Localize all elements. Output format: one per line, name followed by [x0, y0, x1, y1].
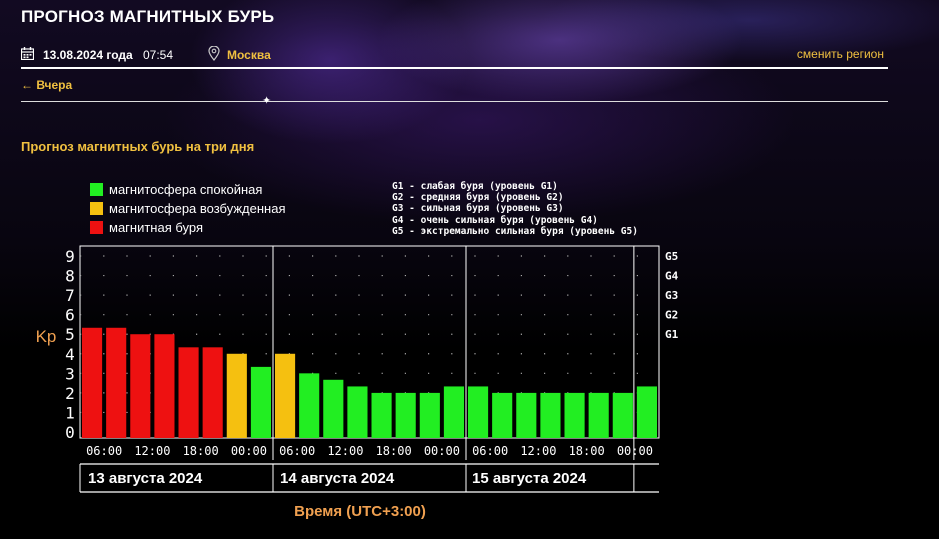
kp-bar	[154, 334, 175, 438]
time-tick-label: 18:00	[376, 444, 412, 458]
day-label: 14 августа 2024	[280, 470, 395, 487]
time-tick-label: 12:00	[327, 444, 363, 458]
kp-bar	[106, 327, 127, 438]
g-level-label: G3	[665, 289, 678, 302]
kp-bar	[636, 386, 657, 438]
y-tick-label: 1	[65, 403, 75, 422]
kp-bar	[540, 392, 561, 438]
x-axis-label: Время (UTC+3:00)	[294, 503, 426, 520]
g-level-label: G2	[665, 309, 678, 322]
kp-bar	[226, 353, 247, 438]
kp-bar	[202, 347, 223, 438]
time-tick-label: 12:00	[134, 444, 170, 458]
y-tick-label: 4	[65, 345, 75, 364]
kp-bar	[250, 366, 271, 438]
y-tick-label: 8	[65, 267, 75, 286]
g-level-label: G4	[665, 270, 679, 283]
time-tick-label: 18:00	[569, 444, 605, 458]
kp-bar	[347, 386, 368, 438]
day-label: 15 августа 2024	[472, 470, 587, 487]
y-tick-label: 7	[65, 286, 75, 305]
kp-bar	[395, 392, 416, 438]
g-level-label: G1	[665, 328, 679, 341]
y-tick-label: 3	[65, 364, 75, 383]
kp-bar	[130, 334, 151, 438]
kp-bar	[178, 347, 199, 438]
y-tick-label: 9	[65, 247, 75, 266]
kp-bar	[516, 392, 537, 438]
time-tick-label: 00:00	[617, 444, 653, 458]
time-tick-label: 18:00	[183, 444, 219, 458]
time-tick-label: 06:00	[86, 444, 122, 458]
g-level-label: G5	[665, 250, 678, 263]
time-tick-label: 06:00	[279, 444, 315, 458]
kp-bar	[588, 392, 609, 438]
kp-bar	[371, 392, 392, 438]
day-label: 13 августа 2024	[88, 470, 203, 487]
kp-chart: 0123456789 Kp G1 G2 G3 G4 G5 06:00 12:00 18:00 00:…	[36, 245, 679, 520]
kp-bar	[82, 327, 103, 438]
kp-bar	[564, 392, 585, 438]
y-tick-label: 2	[65, 384, 75, 403]
time-tick-label: 06:00	[472, 444, 508, 458]
kp-bar	[299, 373, 320, 438]
y-tick-label: 6	[65, 306, 75, 325]
kp-bar	[612, 392, 633, 438]
time-tick-label: 00:00	[231, 444, 267, 458]
kp-bar	[323, 379, 344, 438]
kp-bar	[492, 392, 513, 438]
y-axis-label: Kp	[36, 327, 57, 346]
time-tick-label: 00:00	[424, 444, 460, 458]
y-tick-label: 5	[65, 325, 75, 344]
kp-bar	[419, 392, 440, 438]
kp-bar	[275, 353, 296, 438]
time-tick-label: 12:00	[520, 444, 556, 458]
kp-bar	[468, 386, 489, 438]
kp-bar	[443, 386, 464, 438]
y-tick-label: 0	[65, 423, 75, 442]
